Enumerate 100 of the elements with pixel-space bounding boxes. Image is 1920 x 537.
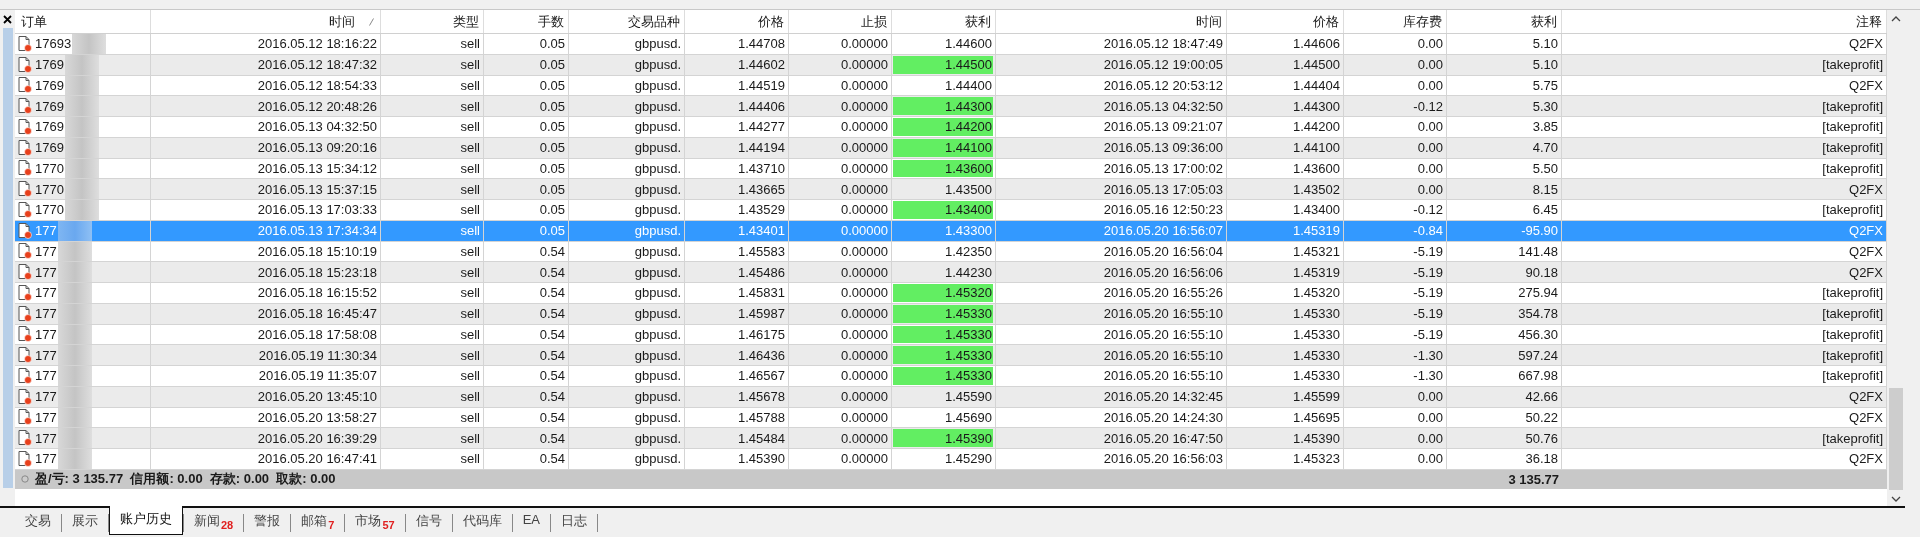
table-cell: 2016.05.13 17:34:34	[257, 223, 377, 239]
scroll-up-icon[interactable]	[1891, 16, 1901, 22]
table-cell: 1.45319	[1293, 223, 1340, 239]
table-row[interactable]: 1769 2016.05.12 20:48:26 sell 0.05 gbpusd. 1.44406 0.00000 1.44300 2016.05.13 04:32:50 1.44300 -0.12 5.30 [takeprofit]	[15, 96, 1887, 117]
document-icon	[18, 201, 32, 218]
column-header[interactable]: 交易品种	[569, 10, 685, 33]
tab[interactable]: 邮箱$_{7}$	[291, 508, 345, 534]
table-cell: 2016.05.12 18:54:33	[257, 77, 377, 93]
tab[interactable]: 日志	[550, 508, 597, 534]
table-cell: 2016.05.18 16:15:52	[257, 285, 377, 301]
table-cell: 0.00	[1417, 430, 1443, 446]
table-row[interactable]: 1769 2016.05.12 18:47:32 sell 0.05 gbpusd. 1.44602 0.00000 1.44500 2016.05.12 19:00:05 1.44500 0.00 5.10 [takeprofit]	[15, 54, 1887, 76]
table-cell: gbpusd.	[634, 160, 681, 176]
table-cell: [takeprofit]	[1822, 202, 1883, 218]
table-cell: 177	[35, 264, 57, 280]
table-cell: 1.44300	[1293, 98, 1340, 114]
tab[interactable]: 新闻$_{28}$	[184, 508, 244, 534]
table-cell: 1.45330	[893, 325, 993, 344]
table-cell: 0.00000	[841, 223, 888, 239]
table-cell: 1.43401	[738, 223, 785, 239]
table-cell: 0.54	[539, 451, 565, 467]
table-cell: 2016.05.13 04:32:50	[257, 119, 377, 135]
column-header[interactable]: 库存费	[1344, 10, 1447, 33]
document-icon	[18, 160, 32, 177]
table-cell: 1.43502	[1293, 181, 1340, 197]
document-icon	[18, 139, 32, 156]
table-cell: 1770	[35, 181, 64, 197]
table-cell: 0.05	[539, 160, 565, 176]
table-cell: Q2FX	[1849, 389, 1883, 405]
table-cell: gbpusd.	[634, 430, 681, 446]
table-cell: 1.45987	[738, 306, 785, 322]
close-icon[interactable]	[3, 15, 12, 24]
table-cell: [takeprofit]	[1822, 140, 1883, 156]
column-header[interactable]: 订单	[15, 10, 151, 33]
table-row[interactable]: 177 2016.05.20 13:45:10 sell 0.54 gbpusd. 1.45678 0.00000 1.45590 2016.05.20 14:32:45 1.45599 0.00 42.66 Q2FX	[15, 386, 1887, 408]
table-cell: 2016.05.13 04:32:50	[1103, 98, 1223, 114]
table-cell: 2016.05.13 15:34:12	[257, 160, 377, 176]
column-header[interactable]: 时间	[151, 10, 381, 33]
table-row[interactable]: 177 2016.05.18 16:45:47 sell 0.54 gbpusd. 1.45987 0.00000 1.45330 2016.05.20 16:55:10 1.45330 -5.19 354.78 [takeprofit]	[15, 303, 1887, 325]
table-row[interactable]: 177 2016.05.18 15:23:18 sell 0.54 gbpusd. 1.45486 0.00000 1.44230 2016.05.20 16:56:06 1.45319 -5.19 90.18 Q2FX	[15, 262, 1887, 283]
table-cell: 177	[35, 451, 57, 467]
column-header[interactable]: 时间	[996, 10, 1227, 33]
scroll-down-icon[interactable]	[1891, 496, 1901, 502]
column-header[interactable]: 价格	[685, 10, 789, 33]
column-header[interactable]: 获利	[892, 10, 996, 33]
table-cell: 1.45330	[893, 346, 993, 364]
table-cell: 6.45	[1532, 202, 1558, 218]
redaction-blur	[57, 303, 92, 324]
tab[interactable]: 代码库	[452, 508, 512, 534]
redaction-blur	[64, 137, 99, 158]
table-cell: 2016.05.20 16:56:07	[1103, 223, 1223, 239]
table-row[interactable]: 177 2016.05.20 16:47:41 sell 0.54 gbpusd. 1.45390 0.00000 1.45290 2016.05.20 16:56:03 1.45323 0.00 36.18 Q2FX	[15, 449, 1887, 470]
table-cell: 1769	[35, 98, 64, 114]
redaction-blur	[57, 449, 92, 469]
redaction-blur	[64, 96, 99, 116]
table-cell: 0.00000	[841, 77, 888, 93]
column-header[interactable]: 手数	[484, 10, 569, 33]
table-cell: 0.00000	[841, 306, 888, 322]
table-cell: 2016.05.13 17:05:03	[1103, 181, 1223, 197]
table-cell: 354.78	[1518, 306, 1558, 322]
table-row[interactable]: 1769 2016.05.13 09:20:16 sell 0.05 gbpusd. 1.44194 0.00000 1.44100 2016.05.13 09:36:00 1.44100 0.00 4.70 [takeprofit]	[15, 137, 1887, 159]
table-cell: 0.00	[1417, 409, 1443, 425]
table-cell: 1.44300	[893, 97, 993, 115]
tab[interactable]: EA	[512, 508, 550, 534]
table-cell: gbpusd.	[634, 368, 681, 384]
column-header[interactable]: 获利	[1447, 10, 1562, 33]
table-cell: 2016.05.20 14:32:45	[1103, 389, 1223, 405]
table-cell: gbpusd.	[634, 98, 681, 114]
tab[interactable]: 交易	[15, 508, 61, 534]
table-cell: -0.12	[1413, 98, 1443, 114]
table-cell: sell	[460, 119, 480, 135]
document-icon	[18, 181, 32, 198]
table-row[interactable]: 177 2016.05.20 16:39:29 sell 0.54 gbpusd. 1.45484 0.00000 1.45390 2016.05.20 16:47:50 1.45390 0.00 50.76 [takeprofit]	[15, 428, 1887, 449]
scroll-thumb[interactable]	[1889, 388, 1903, 490]
table-cell: gbpusd.	[634, 140, 681, 156]
table-cell: Q2FX	[1849, 451, 1883, 467]
table-cell: 0.05	[539, 119, 565, 135]
table-row[interactable]: 177 2016.05.19 11:30:34 sell 0.54 gbpusd. 1.46436 0.00000 1.45330 2016.05.20 16:55:10 1.45330 -1.30 597.24 [takeprofit]	[15, 345, 1887, 366]
table-cell: 1.43400	[893, 201, 993, 219]
table-cell: 2016.05.12 18:47:32	[257, 57, 377, 73]
table-cell: 177	[35, 223, 57, 239]
table-cell: 2016.05.18 15:23:18	[257, 264, 377, 280]
table-cell: 2016.05.20 16:55:10	[1103, 368, 1223, 384]
table-cell: 2016.05.20 16:47:41	[257, 451, 377, 467]
table-cell: 42.66	[1525, 389, 1558, 405]
table-cell: 0.00000	[841, 140, 888, 156]
table-cell: sell	[460, 326, 480, 342]
table-cell: 1.44200	[893, 118, 993, 136]
tab[interactable]: 信号	[405, 508, 452, 534]
table-cell: 1.44602	[738, 57, 785, 73]
tab[interactable]: 警报	[244, 508, 291, 534]
table-cell: 0.54	[539, 243, 565, 259]
tab[interactable]: 账户历史	[109, 506, 183, 535]
table-row[interactable]: 1770 2016.05.13 15:37:15 sell 0.05 gbpusd. 1.43665 0.00000 1.43500 2016.05.13 17:05:03 1.43502 0.00 8.15 Q2FX	[15, 179, 1887, 200]
tab[interactable]: 展示	[62, 508, 108, 534]
column-header[interactable]: 类型	[381, 10, 484, 33]
column-header[interactable]: 价格	[1227, 10, 1344, 33]
document-icon	[18, 35, 32, 52]
tab[interactable]: 市场$_{57}$	[345, 508, 405, 534]
column-header[interactable]: 止损	[789, 10, 892, 33]
